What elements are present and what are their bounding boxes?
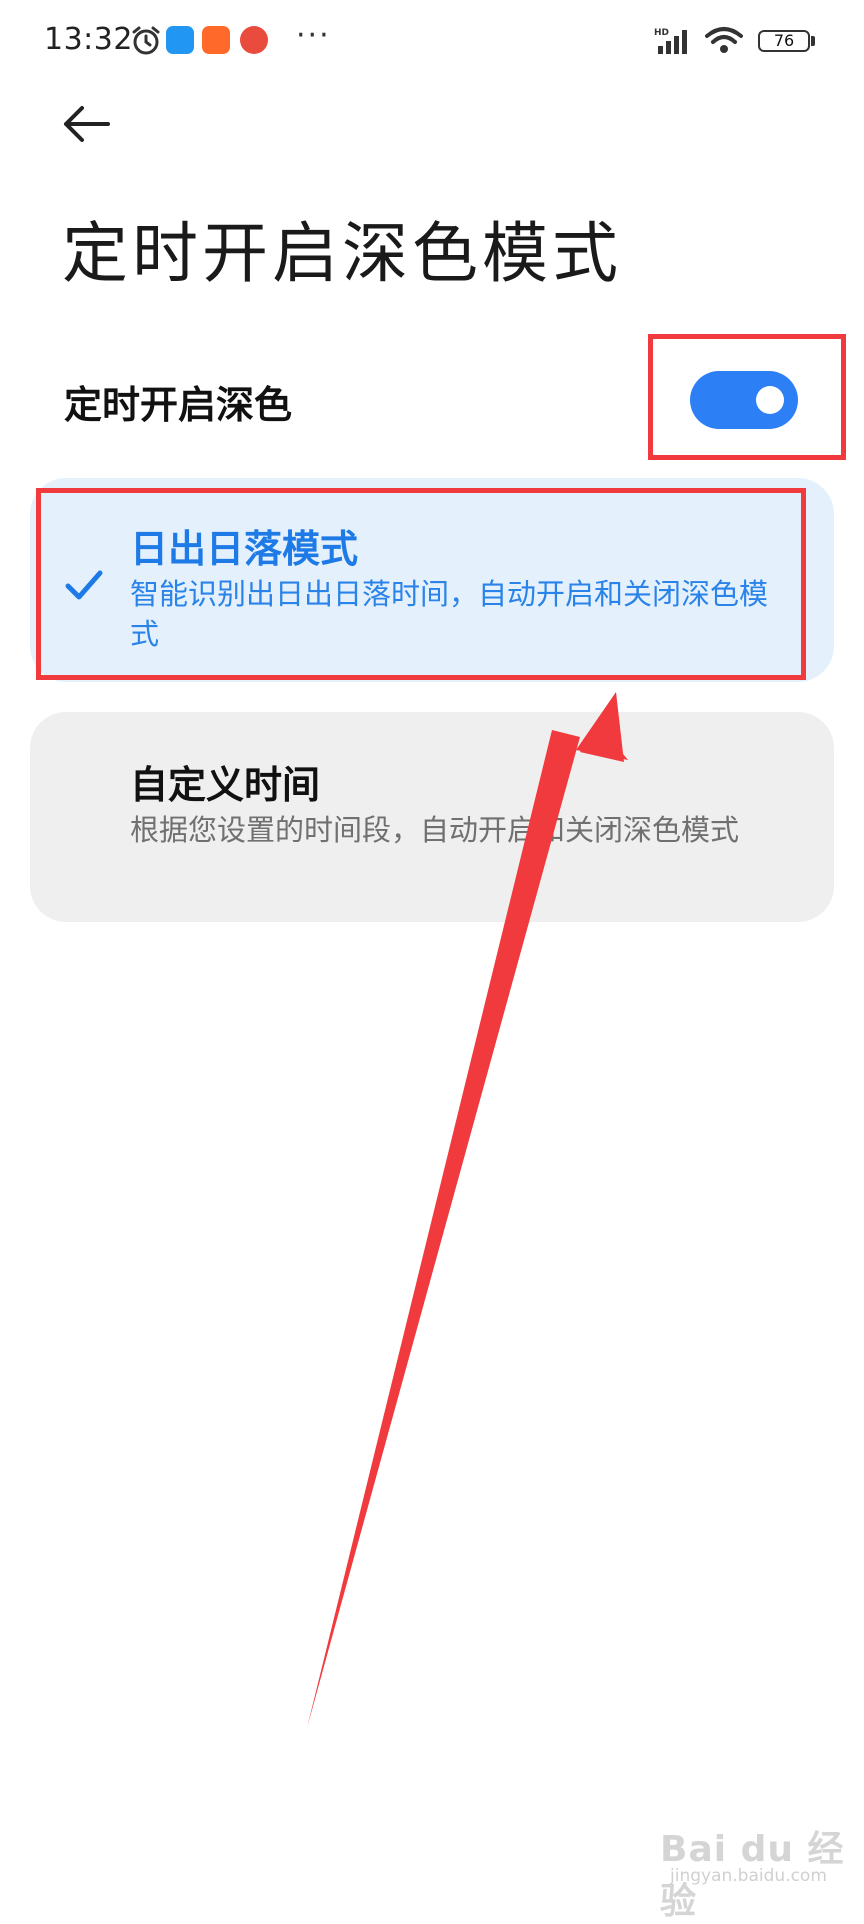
option-title: 日出日落模式	[130, 527, 359, 571]
battery-icon: 76	[758, 30, 810, 52]
wifi-icon	[705, 27, 743, 53]
alarm-icon	[132, 26, 160, 55]
check-icon	[65, 570, 103, 600]
option-sunrise-sunset[interactable]: 日出日落模式 智能识别出日出日落时间，自动开启和关闭深色模式	[30, 478, 834, 682]
toggle-knob	[756, 386, 784, 414]
signal-icon: HD	[654, 28, 687, 54]
schedule-dark-mode-label: 定时开启深色	[64, 383, 293, 427]
video-app-icon	[202, 26, 230, 54]
watermark-url: jingyan.baidu.com	[670, 1866, 827, 1886]
news-app-icon	[240, 26, 268, 54]
svg-text:HD: HD	[654, 28, 669, 38]
schedule-dark-mode-toggle[interactable]	[690, 371, 798, 429]
back-arrow-icon[interactable]	[60, 104, 112, 144]
battery-cap	[811, 36, 815, 46]
more-notifications-icon: ···	[296, 18, 331, 53]
page-title: 定时开启深色模式	[62, 215, 622, 292]
option-description: 智能识别出日出日落时间，自动开启和关闭深色模式	[130, 577, 769, 651]
option-title: 自定义时间	[130, 763, 321, 807]
chat-app-icon	[166, 26, 194, 54]
option-custom-time[interactable]: 自定义时间 根据您设置的时间段，自动开启和关闭深色模式	[30, 712, 834, 922]
option-description: 根据您设置的时间段，自动开启和关闭深色模式	[130, 813, 740, 847]
status-time: 13:32	[44, 22, 133, 57]
